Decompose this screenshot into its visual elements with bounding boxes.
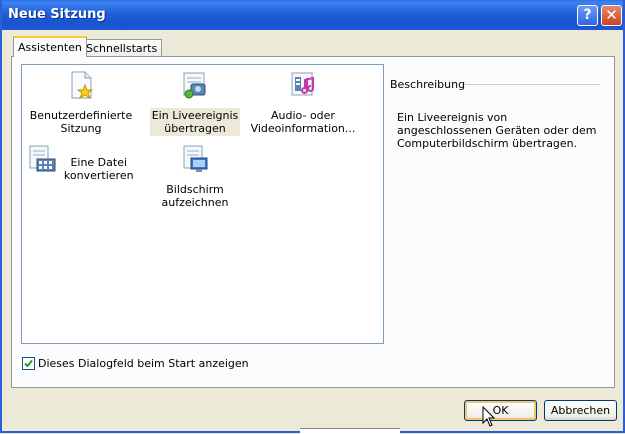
check-icon [24,359,33,368]
screen-capture-icon [183,145,208,172]
document-star-icon [71,71,94,100]
cancel-button[interactable]: Abbrechen [544,400,617,421]
title-bar[interactable]: Neue Sitzung ? ✕ [2,0,623,30]
wizard-item-label: Ein Liveereignis übertragen [149,108,241,136]
background-window-strip [300,428,400,434]
help-button[interactable]: ? [577,5,598,26]
description-text: Ein Liveereignis von angeschlossenen Ger… [397,111,597,150]
show-on-startup-label[interactable]: Dieses Dialogfeld beim Start anzeigen [38,357,249,370]
dialog-window: Neue Sitzung ? ✕ Assistenten Schnellstar… [0,0,625,433]
wizard-item-label: Eine Datei konvertieren [63,156,134,182]
wizard-item-label: Bildschirm aufzeichnen [161,183,229,209]
help-icon: ? [583,7,592,23]
window-title: Neue Sitzung [8,7,106,22]
description-heading: Beschreibung [390,78,466,91]
close-button[interactable]: ✕ [601,5,622,26]
wizard-list[interactable]: Benutzerdefinierte Sitzung Ein Liveereig… [21,64,384,344]
wizard-item-live-event[interactable]: Ein Liveereignis übertragen [140,69,250,136]
wizard-item-label: Audio- oder Videoinformation... [250,109,356,135]
close-icon: ✕ [605,6,618,24]
wizard-item-convert-file[interactable]: Eine Datei konvertieren [26,143,136,183]
description-divider [464,84,600,86]
show-on-startup-checkbox[interactable] [22,357,35,370]
media-file-icon [291,72,314,96]
wizard-item-label: Benutzerdefinierte Sitzung [29,109,133,135]
broadcast-device-icon [183,72,206,99]
wizard-item-custom-session[interactable]: Benutzerdefinierte Sitzung [26,69,136,136]
wizard-item-media-file[interactable]: Audio- oder Videoinformation... [248,69,358,136]
ok-button[interactable]: OK [464,400,537,421]
convert-file-icon [29,145,56,172]
mouse-pointer-icon [482,406,496,427]
tab-assistenten[interactable]: Assistenten [13,36,87,57]
wizard-item-screen-capture[interactable]: Bildschirm aufzeichnen [140,143,250,210]
